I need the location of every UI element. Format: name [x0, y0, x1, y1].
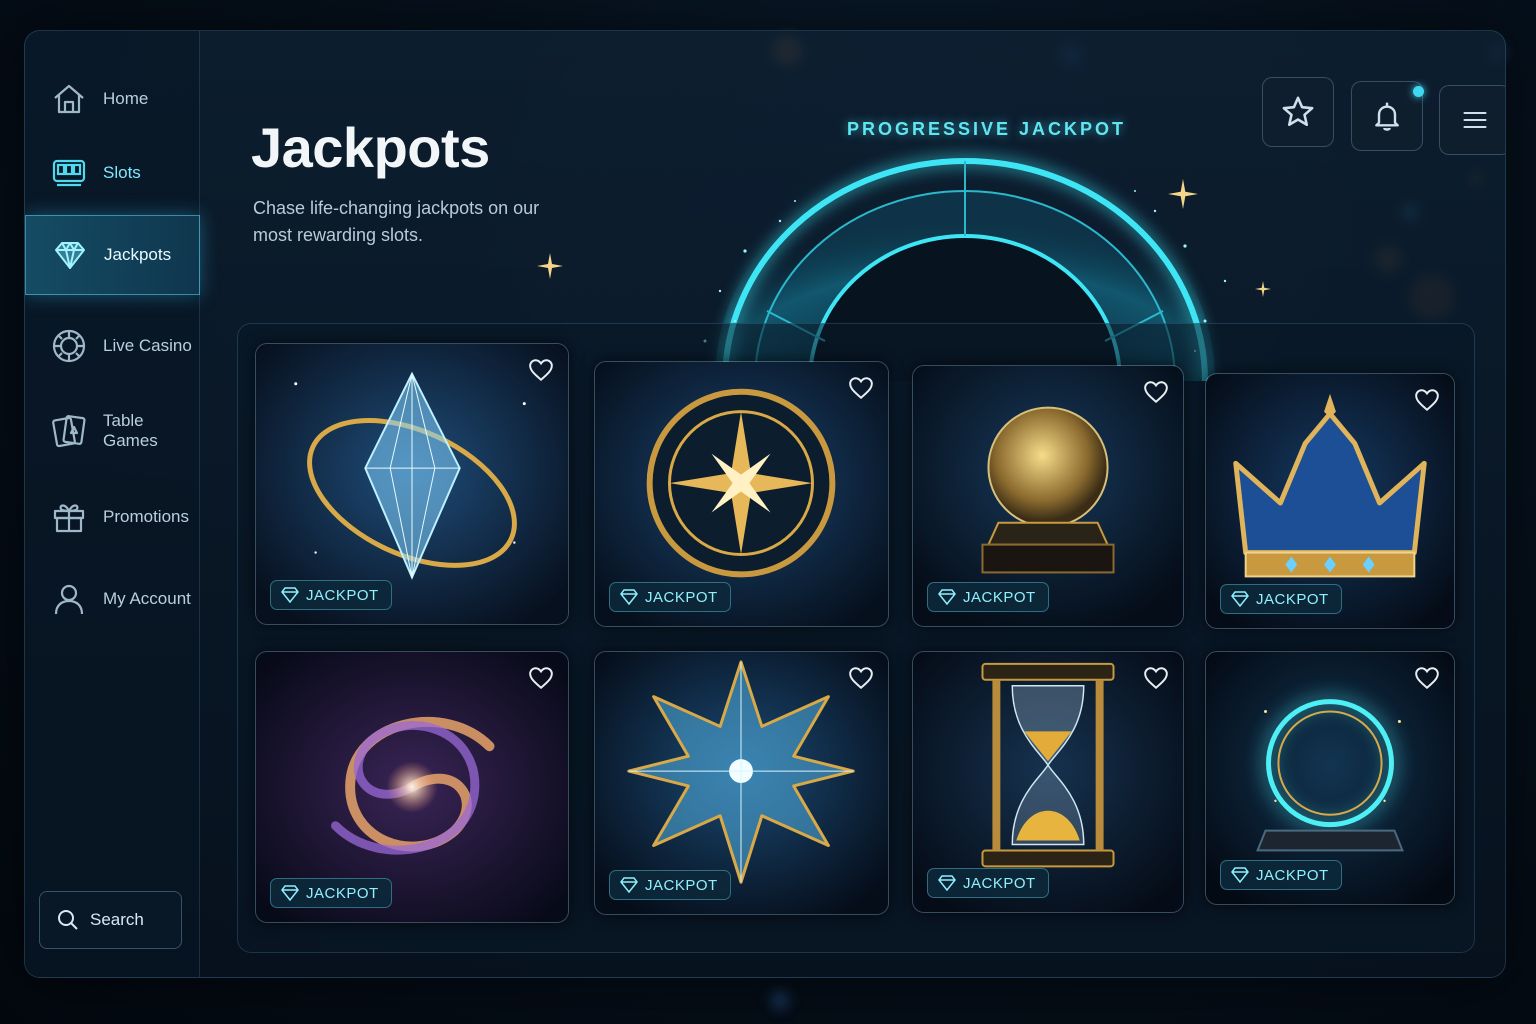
jackpot-badge: JACKPOT — [927, 868, 1049, 898]
diamond-icon — [620, 589, 638, 605]
favorite-heart-icon[interactable] — [1143, 666, 1169, 690]
sidebar-item-label: Table Games — [103, 411, 158, 450]
bell-icon — [1375, 102, 1399, 131]
sidebar-item-my-account[interactable]: My Account — [25, 559, 200, 639]
favorite-heart-icon[interactable] — [1143, 380, 1169, 404]
notification-dot — [1413, 86, 1424, 97]
sidebar: Home Slots Jackpots Live Casino Table Ga… — [25, 31, 200, 977]
notifications-button[interactable] — [1351, 81, 1424, 151]
favorites-button[interactable] — [1262, 77, 1334, 147]
diamond-icon — [52, 237, 88, 273]
jackpot-badge: JACKPOT — [270, 878, 392, 908]
menu-icon — [1463, 111, 1487, 129]
sidebar-item-home[interactable]: Home — [25, 59, 200, 139]
favorite-heart-icon[interactable] — [528, 358, 554, 382]
diamond-icon — [281, 885, 299, 901]
sidebar-item-label: Live Casino — [103, 336, 192, 355]
jackpot-badge: JACKPOT — [609, 870, 731, 900]
diamond-icon — [1231, 867, 1249, 883]
game-card[interactable]: JACKPOT — [594, 361, 889, 627]
sidebar-item-slots[interactable]: Slots — [25, 133, 200, 213]
star-icon — [1282, 96, 1314, 127]
jackpot-badge: JACKPOT — [609, 582, 731, 612]
game-card[interactable]: JACKPOT — [594, 651, 889, 915]
sparkle-decoration — [1255, 281, 1271, 297]
game-card[interactable]: JACKPOT — [912, 365, 1184, 627]
slot-machine-icon — [51, 155, 87, 191]
diamond-icon — [281, 587, 299, 603]
bokeh-light — [770, 990, 790, 1010]
playing-cards-icon — [51, 413, 87, 449]
sidebar-item-label: Jackpots — [104, 245, 172, 264]
jackpot-badge: JACKPOT — [1220, 860, 1342, 890]
page-title: Jackpots — [251, 116, 490, 179]
home-icon — [51, 81, 87, 117]
menu-button[interactable] — [1439, 85, 1505, 155]
sidebar-item-label: Home — [103, 89, 149, 108]
game-card[interactable]: JACKPOT — [1205, 373, 1455, 629]
search-label: Search — [90, 910, 144, 929]
roulette-chip-icon — [51, 328, 87, 364]
sidebar-item-live-casino[interactable]: Live Casino — [25, 306, 200, 386]
sparkle-decoration — [1168, 179, 1198, 209]
favorite-heart-icon[interactable] — [1414, 666, 1440, 690]
game-card[interactable]: JACKPOT — [1205, 651, 1455, 905]
diamond-icon — [938, 875, 956, 891]
progressive-jackpot-label: PROGRESSIVE JACKPOT — [847, 119, 1127, 139]
gift-icon — [51, 499, 87, 535]
user-icon — [51, 581, 87, 617]
favorite-heart-icon[interactable] — [528, 666, 554, 690]
favorite-heart-icon[interactable] — [848, 376, 874, 400]
search-button[interactable]: Search — [39, 891, 182, 949]
sidebar-item-label: My Account — [103, 589, 191, 608]
diamond-icon — [938, 589, 956, 605]
game-card[interactable]: JACKPOT — [255, 651, 569, 923]
diamond-icon — [620, 877, 638, 893]
game-card[interactable]: JACKPOT — [255, 343, 569, 625]
page-subtitle: Chase life-changing jackpots on our most… — [253, 198, 540, 245]
sparkle-decoration — [537, 253, 563, 279]
jackpot-badge: JACKPOT — [270, 580, 392, 610]
app-window: Home Slots Jackpots Live Casino Table Ga… — [24, 30, 1506, 978]
sidebar-item-label: Promotions — [103, 507, 189, 526]
favorite-heart-icon[interactable] — [1414, 388, 1440, 412]
diamond-icon — [1231, 591, 1249, 607]
sidebar-item-jackpots[interactable]: Jackpots — [25, 215, 200, 295]
jackpot-badge: JACKPOT — [1220, 584, 1342, 614]
search-icon — [58, 910, 78, 930]
sidebar-item-table-games[interactable]: Table Games — [25, 391, 200, 471]
favorite-heart-icon[interactable] — [848, 666, 874, 690]
sidebar-item-label: Slots — [103, 163, 141, 182]
game-card[interactable]: JACKPOT — [912, 651, 1184, 913]
jackpot-badge: JACKPOT — [927, 582, 1049, 612]
sidebar-item-promotions[interactable]: Promotions — [25, 477, 200, 557]
